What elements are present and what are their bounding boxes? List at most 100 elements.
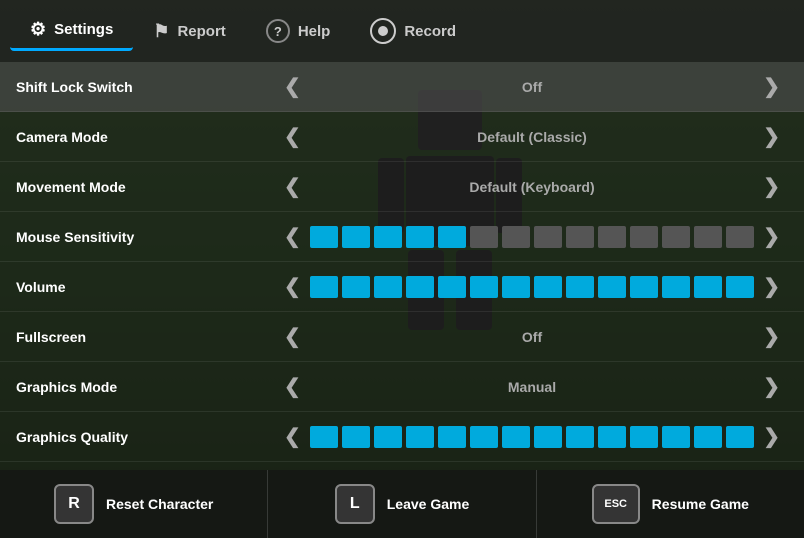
shift-lock-right[interactable]: ❯ xyxy=(755,70,788,103)
movement-mode-right[interactable]: ❯ xyxy=(755,170,788,203)
volume-left[interactable]: ❮ xyxy=(276,270,309,303)
vcell-12 xyxy=(662,276,690,298)
vcell-8 xyxy=(534,276,562,298)
graphics-quality-control: ❮ ❯ xyxy=(276,420,788,453)
shift-lock-label: Shift Lock Switch xyxy=(16,79,276,95)
movement-mode-control: ❮ Default (Keyboard) ❯ xyxy=(276,170,788,203)
vcell-3 xyxy=(374,276,402,298)
cell-11 xyxy=(630,226,658,248)
cell-7 xyxy=(502,226,530,248)
graphics-quality-label: Graphics Quality xyxy=(16,429,276,445)
movement-mode-label: Movement Mode xyxy=(16,179,276,195)
nav-bar: ⚙ Settings ⚑ Report ? Help Record xyxy=(0,0,804,62)
camera-mode-label: Camera Mode xyxy=(16,129,276,145)
vcell-14 xyxy=(726,276,754,298)
camera-mode-control: ❮ Default (Classic) ❯ xyxy=(276,120,788,153)
fullscreen-value: Off xyxy=(309,329,755,345)
report-icon: ⚑ xyxy=(153,21,169,42)
movement-mode-value: Default (Keyboard) xyxy=(309,179,755,195)
cell-5 xyxy=(438,226,466,248)
volume-control: ❮ ❯ xyxy=(276,270,788,303)
settings-icon: ⚙ xyxy=(30,19,46,40)
gcell-8 xyxy=(534,426,562,448)
gcell-1 xyxy=(310,426,338,448)
gcell-2 xyxy=(342,426,370,448)
mouse-sensitivity-label: Mouse Sensitivity xyxy=(16,229,276,245)
cell-9 xyxy=(566,226,594,248)
cell-8 xyxy=(534,226,562,248)
reset-character-label: Reset Character xyxy=(106,496,213,512)
vcell-6 xyxy=(470,276,498,298)
graphics-quality-right[interactable]: ❯ xyxy=(755,420,788,453)
setting-row-graphics-quality: Graphics Quality ❮ xyxy=(0,412,804,462)
gcell-10 xyxy=(598,426,626,448)
shift-lock-control: ❮ Off ❯ xyxy=(276,70,788,103)
gcell-6 xyxy=(470,426,498,448)
cell-6 xyxy=(470,226,498,248)
cell-3 xyxy=(374,226,402,248)
gcell-9 xyxy=(566,426,594,448)
nav-help[interactable]: ? Help xyxy=(246,11,351,51)
gcell-4 xyxy=(406,426,434,448)
volume-slider[interactable] xyxy=(309,276,755,298)
cell-1 xyxy=(310,226,338,248)
vcell-7 xyxy=(502,276,530,298)
nav-record-label: Record xyxy=(404,23,456,40)
vcell-9 xyxy=(566,276,594,298)
resume-game-label: Resume Game xyxy=(652,496,749,512)
movement-mode-left[interactable]: ❮ xyxy=(276,170,309,203)
nav-help-label: Help xyxy=(298,23,331,40)
leave-game-button[interactable]: L Leave Game xyxy=(268,470,536,538)
camera-mode-left[interactable]: ❮ xyxy=(276,120,309,153)
cell-10 xyxy=(598,226,626,248)
setting-row-volume: Volume ❮ xyxy=(0,262,804,312)
graphics-mode-left[interactable]: ❮ xyxy=(276,370,309,403)
vcell-5 xyxy=(438,276,466,298)
reset-key-badge: R xyxy=(54,484,94,524)
nav-settings[interactable]: ⚙ Settings xyxy=(10,11,133,51)
setting-row-mouse-sensitivity: Mouse Sensitivity ❮ xyxy=(0,212,804,262)
graphics-mode-value: Manual xyxy=(309,379,755,395)
gcell-11 xyxy=(630,426,658,448)
vcell-13 xyxy=(694,276,722,298)
fullscreen-control: ❮ Off ❯ xyxy=(276,320,788,353)
resume-key-badge: ESC xyxy=(592,484,640,524)
settings-panel: ⚙ Settings ⚑ Report ? Help Record Shift … xyxy=(0,0,804,538)
camera-mode-right[interactable]: ❯ xyxy=(755,120,788,153)
vcell-1 xyxy=(310,276,338,298)
nav-record[interactable]: Record xyxy=(350,10,476,52)
setting-row-shift-lock: Shift Lock Switch ❮ Off ❯ xyxy=(0,62,804,112)
setting-row-fullscreen: Fullscreen ❮ Off ❯ xyxy=(0,312,804,362)
shift-lock-left[interactable]: ❮ xyxy=(276,70,309,103)
mouse-sensitivity-slider[interactable] xyxy=(309,226,755,248)
record-icon xyxy=(370,18,396,44)
graphics-quality-left[interactable]: ❮ xyxy=(276,420,309,453)
resume-game-button[interactable]: ESC Resume Game xyxy=(537,470,804,538)
graphics-mode-label: Graphics Mode xyxy=(16,379,276,395)
volume-label: Volume xyxy=(16,279,276,295)
graphics-mode-right[interactable]: ❯ xyxy=(755,370,788,403)
gcell-14 xyxy=(726,426,754,448)
mouse-sensitivity-right[interactable]: ❯ xyxy=(755,220,788,253)
cell-4 xyxy=(406,226,434,248)
nav-report[interactable]: ⚑ Report xyxy=(133,13,245,50)
setting-row-movement-mode: Movement Mode ❮ Default (Keyboard) ❯ xyxy=(0,162,804,212)
gcell-7 xyxy=(502,426,530,448)
shift-lock-value: Off xyxy=(309,79,755,95)
settings-content: Shift Lock Switch ❮ Off ❯ Camera Mode ❮ … xyxy=(0,62,804,470)
graphics-quality-slider[interactable] xyxy=(309,426,755,448)
cell-14 xyxy=(726,226,754,248)
volume-right[interactable]: ❯ xyxy=(755,270,788,303)
fullscreen-left[interactable]: ❮ xyxy=(276,320,309,353)
gcell-3 xyxy=(374,426,402,448)
leave-key-badge: L xyxy=(335,484,375,524)
mouse-sensitivity-control: ❮ ❯ xyxy=(276,220,788,253)
setting-row-graphics-mode: Graphics Mode ❮ Manual ❯ xyxy=(0,362,804,412)
gcell-5 xyxy=(438,426,466,448)
fullscreen-right[interactable]: ❯ xyxy=(755,320,788,353)
graphics-mode-control: ❮ Manual ❯ xyxy=(276,370,788,403)
gcell-12 xyxy=(662,426,690,448)
reset-character-button[interactable]: R Reset Character xyxy=(0,470,268,538)
fullscreen-label: Fullscreen xyxy=(16,329,276,345)
mouse-sensitivity-left[interactable]: ❮ xyxy=(276,220,309,253)
